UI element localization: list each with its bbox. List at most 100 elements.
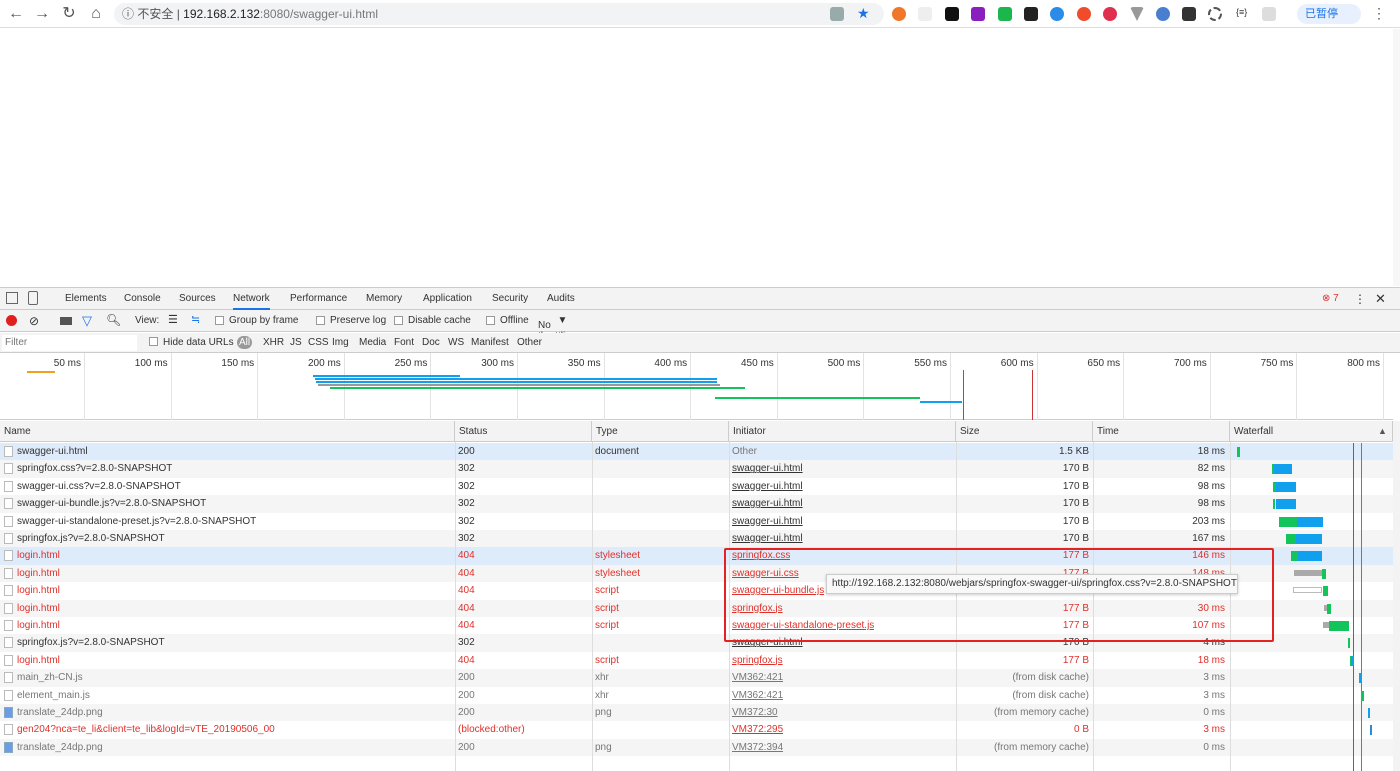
extension-icon-6[interactable] [1024,7,1038,21]
row-initiator[interactable]: VM362:421 [732,669,783,686]
reload-icon[interactable]: ↻ [59,4,79,24]
row-initiator[interactable]: VM372:394 [732,739,783,756]
inspect-element-icon[interactable] [6,292,18,304]
home-icon[interactable]: ⌂ [86,4,106,24]
sort-ascending-icon[interactable]: ▲ [1378,426,1387,436]
row-name: login.html [17,620,60,631]
column-header-status[interactable]: Status [455,421,592,442]
close-devtools-icon[interactable]: ✕ [1375,291,1386,307]
filter-type-css[interactable]: CSS [306,336,331,349]
filter-type-media[interactable]: Media [357,336,388,349]
row-initiator[interactable]: swagger-ui.html [732,460,803,477]
row-initiator[interactable]: swagger-ui.html [732,530,803,547]
tab-memory[interactable]: Memory [366,288,402,310]
column-header-time[interactable]: Time [1093,421,1230,442]
overview-gridline [1296,353,1298,420]
tab-sources[interactable]: Sources [179,288,216,310]
filter-type-img[interactable]: Img [330,336,351,349]
row-initiator[interactable]: VM372:295 [732,721,783,738]
row-initiator[interactable]: swagger-ui.html [732,478,803,495]
tab-elements[interactable]: Elements [65,288,107,310]
search-icon[interactable]: 🔍︎ [106,313,121,327]
row-time: 98 ms [1197,498,1225,510]
row-status: 404 [458,620,475,631]
disable-cache-checkbox[interactable] [394,316,403,325]
filter-type-xhr[interactable]: XHR [261,336,286,349]
extension-icon-1[interactable] [892,7,906,21]
record-icon[interactable] [6,315,17,326]
row-time: 3 ms [1203,672,1225,684]
overview-gridline [1036,353,1038,420]
overview-icon[interactable]: ≒ [191,313,200,326]
extension-icon-10[interactable] [1130,7,1144,21]
row-size: (from memory cache) [993,741,1089,753]
filter-type-other[interactable]: Other [515,336,544,349]
error-count-badge[interactable]: ⊗ 7 [1322,293,1339,304]
waterfall-download-bar [1359,673,1362,684]
filter-input[interactable] [2,335,137,351]
large-rows-icon[interactable]: ☰ [168,313,178,326]
error-count: 7 [1333,293,1339,304]
profile-paused-button[interactable]: 已暂停 [1297,4,1361,24]
column-header-initiator[interactable]: Initiator [729,421,956,442]
extension-icon-8[interactable] [1077,7,1091,21]
filter-type-font[interactable]: Font [392,336,416,349]
rp-extension-icon[interactable] [971,7,985,21]
column-header-size[interactable]: Size [956,421,1093,442]
tab-audits[interactable]: Audits [547,288,575,310]
hide-data-urls-checkbox[interactable] [149,337,158,346]
row-initiator[interactable]: VM362:421 [732,687,783,704]
menu-icon[interactable]: ⋮ [1372,5,1386,22]
filter-type-doc[interactable]: Doc [420,336,442,349]
tab-application[interactable]: Application [423,288,472,310]
address-bar[interactable]: ⓘ 不安全 | 192.168.2.132:8080/swagger-ui.ht… [114,3,884,25]
device-toolbar-icon[interactable] [28,291,38,305]
hide-data-urls-label: Hide data URLs [163,337,234,348]
filter-type-ws[interactable]: WS [446,336,466,349]
extension-icon-15[interactable] [1262,7,1276,21]
tab-console[interactable]: Console [124,288,161,310]
column-header-type[interactable]: Type [592,421,729,442]
table-scrollbar[interactable] [1393,421,1400,771]
json-extension-icon[interactable]: {≡} [1236,7,1247,17]
extension-icon-13[interactable] [1208,7,1222,21]
row-initiator[interactable]: springfox.js [732,652,783,669]
back-icon[interactable]: ← [6,4,26,24]
extension-icon-12[interactable] [1182,7,1196,21]
file-icon [4,533,13,544]
filter-type-all[interactable]: All [237,336,253,349]
extension-icon-9[interactable] [1103,7,1117,21]
filter-type-manifest[interactable]: Manifest [469,336,511,349]
shield-extension-icon[interactable] [998,7,1012,21]
extension-icon-7[interactable] [1050,7,1064,21]
tab-network[interactable]: Network [233,288,270,310]
row-initiator[interactable]: swagger-ui.html [732,495,803,512]
offline-checkbox[interactable] [486,316,495,325]
filter-type-js[interactable]: JS [288,336,304,349]
row-initiator[interactable]: swagger-ui.html [732,513,803,530]
extension-icon-11[interactable] [1156,7,1170,21]
devtools-menu-icon[interactable]: ⋮ [1354,292,1366,306]
row-initiator[interactable]: VM372:30 [732,704,778,721]
clear-icon[interactable]: ⊘ [29,314,39,328]
filter-icon[interactable]: ▽ [82,313,92,329]
group-by-frame-checkbox[interactable] [215,316,224,325]
translate-icon[interactable] [830,7,844,21]
tab-security[interactable]: Security [492,288,528,310]
preserve-log-checkbox[interactable] [316,316,325,325]
row-time: 0 ms [1203,741,1225,753]
page-scrollbar[interactable] [1393,29,1400,286]
extension-icon-2[interactable] [918,7,932,21]
bookmark-star-icon[interactable]: ★ [857,5,870,22]
column-header-waterfall[interactable]: Waterfall [1230,421,1393,442]
info-icon[interactable]: ⓘ [122,7,134,21]
row-type: document [595,446,639,457]
screenshot-icon[interactable] [60,317,72,325]
column-header-name[interactable]: Name [0,421,455,442]
tab-performance[interactable]: Performance [290,288,347,310]
jetbrains-extension-icon[interactable] [945,7,959,21]
row-name: swagger-ui-bundle.js?v=2.8.0-SNAPSHOT [17,498,207,510]
throttling-select[interactable]: No throttling ▼ [538,315,576,342]
overview-tick-label: 350 ms [567,358,601,369]
forward-icon[interactable]: → [32,4,52,24]
